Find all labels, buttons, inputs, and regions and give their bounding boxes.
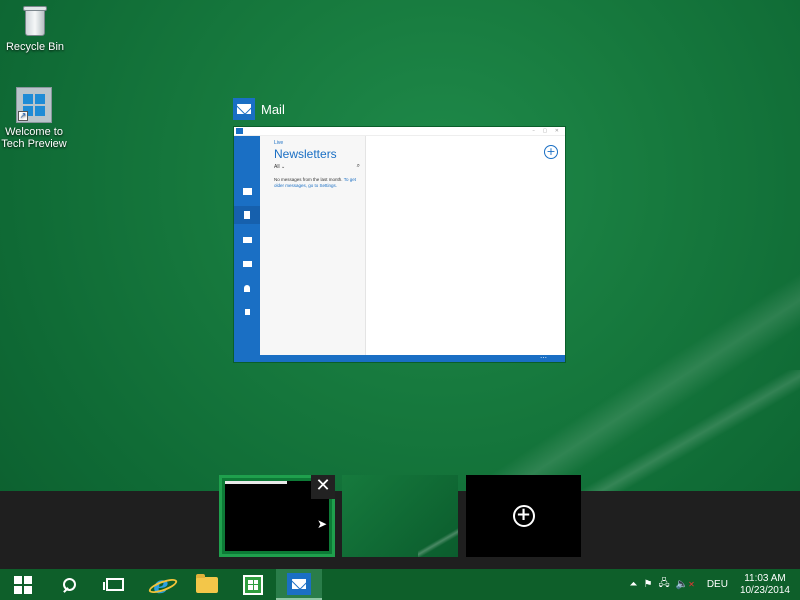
mail-app-icon — [233, 98, 255, 120]
system-tray: ⏶ ⚑ 🖧 🔈✕ DEU 11:03 AM 10/23/2014 — [630, 573, 800, 597]
mail-taskbar-button[interactable] — [276, 569, 322, 600]
window-title-text: Mail — [261, 101, 285, 117]
folder-title: Newsletters — [274, 147, 337, 161]
store-button[interactable] — [230, 569, 276, 600]
tech-preview-label: Welcome to Tech Preview — [1, 126, 67, 150]
volume-muted-icon[interactable]: 🔈✕ — [676, 579, 695, 590]
nav-folders-icon — [234, 255, 260, 273]
tech-preview-shortcut[interactable]: ↗ Welcome to Tech Preview — [0, 87, 72, 150]
mail-message-list: Live Newsletters All ⌄ ⌕ No messages fro… — [260, 136, 366, 355]
search-button[interactable] — [46, 569, 92, 600]
mail-app-bar: … — [234, 352, 565, 362]
nav-people-icon — [234, 279, 260, 297]
internet-explorer-button[interactable]: e — [138, 569, 184, 600]
search-icon: ⌕ — [356, 163, 360, 169]
desktop-2-thumbnail[interactable] — [342, 475, 458, 557]
filter-dropdown: All ⌄ — [274, 164, 286, 170]
search-icon — [62, 577, 76, 592]
add-desktop-button[interactable]: + — [466, 475, 581, 557]
empty-message-text: No messages from the last month. — [274, 177, 343, 182]
folder-icon — [196, 573, 218, 593]
recycle-bin-label: Recycle Bin — [5, 41, 65, 53]
start-button[interactable] — [0, 569, 46, 600]
store-icon — [243, 574, 263, 595]
clock[interactable]: 11:03 AM 10/23/2014 — [740, 573, 790, 597]
input-language-indicator[interactable]: DEU — [707, 579, 728, 590]
more-icon: … — [540, 352, 547, 360]
mail-reading-pane: + — [367, 136, 565, 355]
windows-logo-icon — [14, 575, 32, 594]
mail-small-icon — [236, 128, 243, 134]
network-icon[interactable]: 🖧 — [659, 576, 670, 593]
recycle-bin-shortcut[interactable]: Recycle Bin — [0, 4, 70, 53]
account-name: Live — [274, 140, 284, 146]
nav-flag-icon — [234, 303, 260, 321]
mail-titlebar: – ▢ ✕ — [234, 127, 565, 136]
show-hidden-icons-icon[interactable]: ⏶ — [630, 579, 638, 590]
mouse-cursor-icon: ➤ — [316, 517, 327, 531]
recycle-bin-icon — [21, 4, 49, 38]
file-explorer-button[interactable] — [184, 569, 230, 600]
internet-explorer-icon: e — [147, 572, 180, 597]
new-mail-icon: + — [544, 145, 558, 159]
mail-window-preview[interactable]: – ▢ ✕ Live Newsletters All ⌄ ⌕ No messag… — [234, 127, 565, 362]
clock-time: 11:03 AM — [744, 572, 786, 584]
close-desktop-button[interactable]: ✕ — [311, 475, 335, 499]
nav-newsletters-icon — [234, 206, 260, 224]
task-view-icon — [103, 578, 124, 591]
mail-icon — [287, 572, 311, 595]
clock-date: 10/23/2014 — [739, 584, 790, 596]
nav-inbox-icon — [234, 182, 260, 200]
action-center-flag-icon[interactable]: ⚑ — [644, 579, 653, 590]
add-icon: + — [512, 505, 535, 527]
task-view-button[interactable] — [92, 569, 138, 600]
mail-nav-pane — [234, 136, 260, 355]
empty-list-message: No messages from the last month. To get … — [274, 177, 360, 189]
window-controls: – ▢ ✕ — [532, 128, 562, 134]
task-view-window-title[interactable]: Mail — [233, 98, 285, 120]
tech-preview-icon: ↗ — [16, 87, 52, 123]
taskbar: e ⏶ ⚑ 🖧 🔈✕ DEU 11:03 AM 10/23/2014 — [0, 569, 800, 600]
nav-social-icon — [234, 231, 260, 249]
